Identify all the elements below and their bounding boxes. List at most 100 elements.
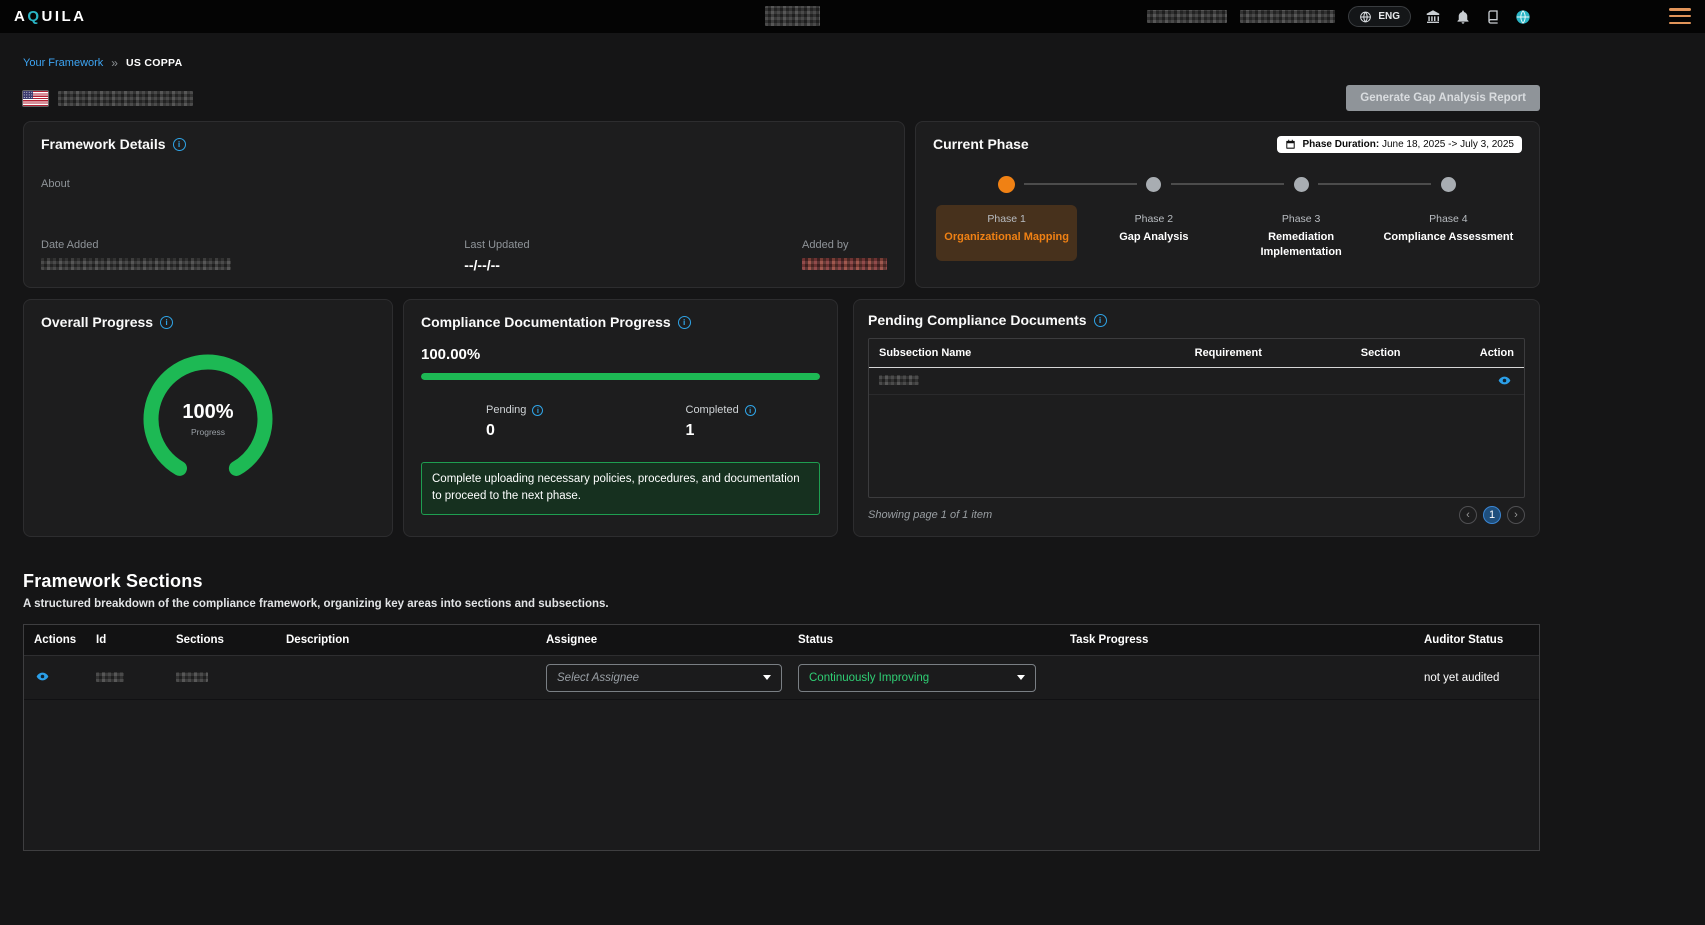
language-label: ENG [1378, 11, 1400, 22]
globe-badge-icon[interactable] [1514, 8, 1531, 25]
added-by-value-redacted [802, 258, 887, 270]
page-title-row: Generate Gap Analysis Report [23, 85, 1540, 111]
breadcrumb-current: US COPPA [126, 57, 182, 69]
phase-1-name: Organizational Mapping [940, 230, 1073, 245]
info-icon[interactable]: i [532, 405, 543, 416]
breadcrumb-your-framework[interactable]: Your Framework [23, 57, 103, 69]
phase-stepper: Phase 1 Organizational Mapping Phase 2 G… [933, 175, 1522, 268]
col-task-progress: Task Progress [1070, 634, 1424, 646]
completed-label: Completed [686, 404, 739, 416]
assignee-select[interactable]: Select Assignee [546, 664, 782, 692]
framework-section-row: Select Assignee Continuously Improving n… [24, 656, 1539, 700]
brand-logo[interactable]: AQUILA [14, 8, 87, 25]
breadcrumb-separator-icon: » [111, 56, 118, 70]
pagination-prev-icon[interactable]: ‹ [1459, 506, 1477, 524]
notifications-bell-icon[interactable] [1454, 8, 1471, 25]
brand-logo-rest: UILA [42, 8, 87, 25]
phase-3-label: Phase 3 [1235, 213, 1368, 225]
col-id: Id [96, 634, 176, 646]
brand-logo-accent: Q [27, 8, 41, 25]
pending-documents-footer: Showing page 1 of 1 item ‹ 1 › [868, 506, 1525, 524]
phase-4-dot [1441, 177, 1456, 192]
phase-2-dot [1146, 177, 1161, 192]
framework-details-card: Framework Details i About Date Added Las… [23, 121, 905, 288]
phase-2-label: Phase 2 [1087, 213, 1220, 225]
topbar-redacted-org [1240, 10, 1335, 23]
brand-logo-text: A [14, 8, 27, 25]
generate-gap-analysis-report-button[interactable]: Generate Gap Analysis Report [1346, 85, 1540, 111]
date-added-label: Date Added [41, 239, 464, 251]
phase-step-2[interactable]: Phase 2 Gap Analysis [1080, 175, 1227, 268]
chevron-down-icon [763, 675, 771, 680]
phase-step-1[interactable]: Phase 1 Organizational Mapping [933, 175, 1080, 268]
menu-icon[interactable] [1669, 8, 1691, 24]
pending-document-row [869, 368, 1524, 395]
topbar-actions: ENG [1147, 6, 1531, 27]
documentation-message: Complete uploading necessary policies, p… [421, 462, 820, 515]
pdoc-col-action: Action [1438, 347, 1514, 359]
phase-1-label: Phase 1 [940, 213, 1073, 225]
pending-label: Pending [486, 404, 526, 416]
pagination-next-icon[interactable]: › [1507, 506, 1525, 524]
phase-duration-value: June 18, 2025 -> July 3, 2025 [1382, 139, 1514, 150]
framework-title-redacted [58, 91, 193, 106]
organization-icon[interactable] [1424, 8, 1441, 25]
chevron-down-icon [1017, 675, 1025, 680]
documentation-book-icon[interactable] [1484, 8, 1501, 25]
overall-progress-title: Overall Progress [41, 314, 153, 330]
section-name-redacted [176, 672, 208, 682]
framework-details-title: Framework Details [41, 136, 166, 152]
phase-4-name: Compliance Assessment [1382, 230, 1515, 245]
framework-sections-subtitle: A structured breakdown of the compliance… [23, 598, 1540, 610]
col-sections: Sections [176, 634, 286, 646]
col-assignee: Assignee [546, 634, 798, 646]
topbar: AQUILA ENG [0, 0, 1705, 33]
pagination-page-1[interactable]: 1 [1483, 506, 1501, 524]
last-updated-value: --/--/-- [464, 257, 802, 273]
documentation-progress-bar [421, 373, 820, 380]
pending-documents-title: Pending Compliance Documents [868, 312, 1087, 328]
about-label: About [41, 178, 887, 190]
col-status: Status [798, 634, 1070, 646]
current-phase-card: Current Phase Phase Duration: June 18, 2… [915, 121, 1540, 288]
info-icon[interactable]: i [1094, 314, 1107, 327]
phase-step-4[interactable]: Phase 4 Compliance Assessment [1375, 175, 1522, 268]
pagination-caption: Showing page 1 of 1 item [868, 509, 992, 521]
phase-duration-badge: Phase Duration: June 18, 2025 -> July 3,… [1277, 136, 1522, 153]
view-document-eye-icon[interactable] [1496, 374, 1514, 388]
phase-3-dot [1294, 177, 1309, 192]
phase-duration-label: Phase Duration: [1302, 139, 1379, 150]
progress-gauge: 100% Progress [133, 344, 283, 494]
info-icon[interactable]: i [745, 405, 756, 416]
last-updated-label: Last Updated [464, 239, 802, 251]
us-flag-icon [23, 91, 48, 106]
pdoc-col-section: Section [1324, 347, 1438, 359]
auditor-status-value: not yet audited [1424, 672, 1529, 684]
added-by-label: Added by [802, 239, 887, 251]
phase-step-3[interactable]: Phase 3 Remediation Implementation [1228, 175, 1375, 268]
info-icon[interactable]: i [160, 316, 173, 329]
breadcrumb: Your Framework » US COPPA [23, 56, 1540, 70]
phase-2-name: Gap Analysis [1087, 230, 1220, 245]
overall-progress-card: Overall Progress i 100% Progress [23, 299, 393, 537]
phase-4-label: Phase 4 [1382, 213, 1515, 225]
info-icon[interactable]: i [173, 138, 186, 151]
col-description: Description [286, 634, 546, 646]
view-section-eye-icon[interactable] [34, 670, 52, 684]
pending-count: 0 [486, 422, 621, 440]
topbar-redacted-user [1147, 10, 1227, 23]
framework-sections-title: Framework Sections [23, 571, 1540, 592]
info-icon[interactable]: i [678, 316, 691, 329]
status-select[interactable]: Continuously Improving [798, 664, 1036, 692]
documentation-progress-title: Compliance Documentation Progress [421, 314, 671, 330]
current-phase-title: Current Phase [933, 136, 1029, 152]
date-added-value-redacted [41, 258, 231, 270]
pdoc-col-subsection: Subsection Name [879, 347, 1133, 359]
completed-count: 1 [686, 422, 821, 440]
main-content: Your Framework » US COPPA Generate Gap A… [23, 56, 1540, 851]
status-select-value: Continuously Improving [809, 672, 929, 684]
gauge-caption: Progress [191, 427, 225, 437]
calendar-icon [1285, 139, 1296, 150]
phase-1-dot [998, 176, 1015, 193]
language-selector[interactable]: ENG [1348, 6, 1411, 27]
